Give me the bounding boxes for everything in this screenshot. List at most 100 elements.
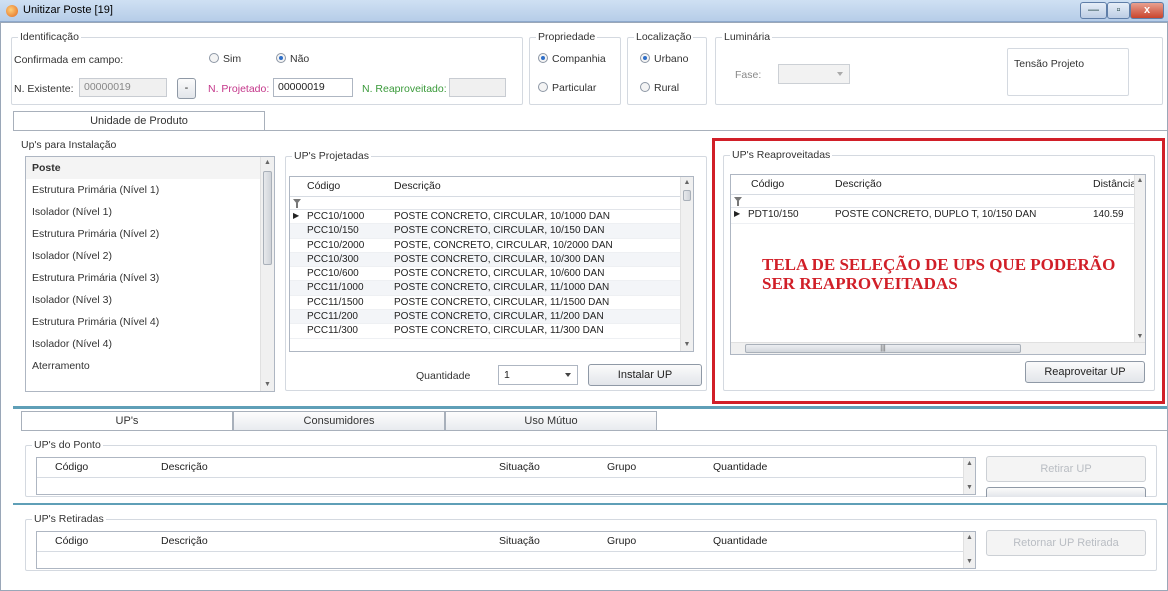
annotation-line-1: TELA DE SELEÇÃO DE UPS QUE PODERÃO xyxy=(762,255,1116,274)
ups-instalacao-list[interactable]: Poste Estrutura Primária (Nível 1) Isolado… xyxy=(25,156,275,392)
col-grupo[interactable]: Grupo xyxy=(607,461,636,473)
filter-row[interactable] xyxy=(731,195,1145,208)
maximize-button[interactable]: ▫ xyxy=(1107,2,1130,19)
col-descricao[interactable]: Descrição xyxy=(835,178,882,190)
ups-reaproveitadas-grid[interactable]: Código Descrição Distância ▶ PDT10/150 POS… xyxy=(730,174,1146,355)
list-item[interactable]: Estrutura Primária (Nível 1) xyxy=(26,179,274,201)
col-distancia[interactable]: Distância xyxy=(1093,178,1136,190)
scroll-up-icon[interactable]: ▲ xyxy=(964,532,975,544)
table-row[interactable]: ▶ PCC10/1000 POSTE CONCRETO, CIRCULAR, 10/… xyxy=(290,210,693,225)
n-existente-field[interactable]: 00000019 xyxy=(79,78,167,97)
table-row[interactable]: PCC10/300 POSTE CONCRETO, CIRCULAR, 10/30… xyxy=(290,252,693,268)
col-quantidade[interactable]: Quantidade xyxy=(713,461,767,473)
nao-radio[interactable]: Não xyxy=(276,53,309,65)
filter-icon[interactable] xyxy=(293,199,301,208)
col-situacao[interactable]: Situação xyxy=(499,535,540,547)
table-row[interactable]: PCC11/200 POSTE CONCRETO, CIRCULAR, 11/20… xyxy=(290,310,693,325)
col-descricao[interactable]: Descrição xyxy=(394,180,441,192)
vertical-scrollbar[interactable]: ▲ ▼ xyxy=(963,532,975,568)
n-reaproveitado-field[interactable] xyxy=(449,78,506,97)
scroll-down-icon[interactable]: ▼ xyxy=(261,379,274,391)
localizacao-title: Localização xyxy=(634,31,694,43)
tab-unidade-de-produto[interactable]: Unidade de Produto xyxy=(13,111,265,131)
col-codigo[interactable]: Código xyxy=(55,461,88,473)
companhia-radio[interactable]: Companhia xyxy=(538,53,606,65)
rural-radio[interactable]: Rural xyxy=(640,82,679,94)
minimize-button[interactable]: — xyxy=(1080,2,1107,19)
annotation-line-2: SER REAPROVEITADAS xyxy=(762,274,958,293)
scroll-up-icon[interactable]: ▲ xyxy=(681,177,693,189)
list-item[interactable]: Estrutura Primária (Nível 3) xyxy=(26,267,274,289)
table-row[interactable]: PCC11/1500 POSTE CONCRETO, CIRCULAR, 11/1… xyxy=(290,296,693,311)
table-row[interactable]: PCC11/300 POSTE CONCRETO, CIRCULAR, 11/30… xyxy=(290,324,693,339)
cell-descricao: POSTE CONCRETO, CIRCULAR, 10/600 DAN xyxy=(394,268,605,280)
table-row[interactable]: PCC10/150 POSTE CONCRETO, CIRCULAR, 10/15… xyxy=(290,224,693,239)
table-row[interactable]: ▶ PDT10/150 POSTE CONCRETO, DUPLO T, 10/15… xyxy=(731,208,1145,224)
retornar-up-button[interactable]: Retornar UP Retirada xyxy=(986,530,1146,556)
particular-label: Particular xyxy=(552,82,597,94)
table-row[interactable]: PCC10/600 POSTE CONCRETO, CIRCULAR, 10/60… xyxy=(290,267,693,282)
tab-ups[interactable]: UP's xyxy=(21,411,233,431)
vertical-scrollbar[interactable]: ▲ ▼ xyxy=(1134,175,1145,343)
list-item[interactable]: Isolador (Nível 4) xyxy=(26,333,274,355)
list-item[interactable]: Isolador (Nível 1) xyxy=(26,201,274,223)
col-descricao[interactable]: Descrição xyxy=(161,461,208,473)
col-codigo[interactable]: Código xyxy=(751,178,784,190)
section-separator xyxy=(13,406,1167,409)
list-item[interactable]: Aterramento xyxy=(26,355,274,377)
ups-retiradas-grid[interactable]: Código Descrição Situação Grupo Quantida… xyxy=(36,531,976,569)
close-button[interactable]: x xyxy=(1130,2,1164,19)
reaproveitar-up-button[interactable]: Reaproveitar UP xyxy=(1025,361,1145,383)
scroll-up-icon[interactable]: ▲ xyxy=(964,458,975,470)
ups-ponto-grid[interactable]: Código Descrição Situação Grupo Quantida… xyxy=(36,457,976,495)
vertical-scrollbar[interactable]: ▲ ▼ xyxy=(680,177,693,351)
col-grupo[interactable]: Grupo xyxy=(607,535,636,547)
scroll-thumb[interactable] xyxy=(683,190,691,201)
retirar-up-button[interactable]: Retirar UP xyxy=(986,456,1146,482)
list-item[interactable]: Estrutura Primária (Nível 2) xyxy=(26,223,274,245)
col-quantidade[interactable]: Quantidade xyxy=(713,535,767,547)
instalar-up-button[interactable]: Instalar UP xyxy=(588,364,702,386)
sim-radio[interactable]: Sim xyxy=(209,53,241,65)
radio-selected-icon xyxy=(538,53,548,63)
particular-radio[interactable]: Particular xyxy=(538,82,596,94)
tab-uso-mutuo[interactable]: Uso Mútuo xyxy=(445,411,657,430)
partial-button[interactable] xyxy=(986,487,1146,497)
list-item[interactable]: Poste xyxy=(26,157,274,179)
vertical-scrollbar[interactable]: ▲ ▼ xyxy=(963,458,975,494)
urbano-radio[interactable]: Urbano xyxy=(640,53,688,65)
localizacao-group: Localização Urbano Rural xyxy=(627,31,707,105)
scroll-down-icon[interactable]: ▼ xyxy=(681,339,693,351)
col-codigo[interactable]: Código xyxy=(307,180,340,192)
filter-row[interactable] xyxy=(290,197,693,210)
scroll-down-icon[interactable]: ▼ xyxy=(964,556,975,568)
ups-projetadas-grid[interactable]: Código Descrição ▶ PCC10/1000 POSTE CONCRE… xyxy=(289,176,694,352)
scroll-thumb[interactable] xyxy=(263,171,272,265)
n-projetado-field[interactable]: 00000019 xyxy=(273,78,353,97)
table-row[interactable]: PCC11/1000 POSTE CONCRETO, CIRCULAR, 11/1… xyxy=(290,281,693,296)
col-codigo[interactable]: Código xyxy=(55,535,88,547)
title-bar[interactable]: Unitizar Poste [19] — ▫ x xyxy=(0,0,1168,22)
n-reaproveitado-label: N. Reaproveitado: xyxy=(362,83,447,95)
tab-divider xyxy=(21,430,1167,431)
hscroll-thumb[interactable]: ||| xyxy=(745,344,1021,353)
tab-consumidores[interactable]: Consumidores xyxy=(233,411,445,430)
minus-button[interactable]: - xyxy=(177,78,196,99)
scroll-down-icon[interactable]: ▼ xyxy=(964,482,975,494)
cell-codigo: PDT10/150 xyxy=(748,209,799,220)
col-situacao[interactable]: Situação xyxy=(499,461,540,473)
col-descricao[interactable]: Descrição xyxy=(161,535,208,547)
list-item[interactable]: Isolador (Nível 3) xyxy=(26,289,274,311)
list-item[interactable]: Isolador (Nível 2) xyxy=(26,245,274,267)
table-row[interactable]: PCC10/2000 POSTE, CONCRETO, CIRCULAR, 10/… xyxy=(290,239,693,253)
list-item[interactable]: Estrutura Primária (Nível 4) xyxy=(26,311,274,333)
vertical-scrollbar[interactable]: ▲ ▼ xyxy=(260,157,274,391)
quantidade-select[interactable]: 1 xyxy=(498,365,578,385)
filter-icon[interactable] xyxy=(734,197,742,206)
cell-codigo: PCC10/600 xyxy=(307,268,359,280)
scroll-up-icon[interactable]: ▲ xyxy=(261,157,274,169)
cell-descricao: POSTE CONCRETO, CIRCULAR, 10/150 DAN xyxy=(394,225,605,237)
scroll-up-icon[interactable]: ▲ xyxy=(1135,175,1145,187)
horizontal-scrollbar[interactable]: ||| xyxy=(731,342,1145,354)
fase-select[interactable] xyxy=(778,64,850,84)
